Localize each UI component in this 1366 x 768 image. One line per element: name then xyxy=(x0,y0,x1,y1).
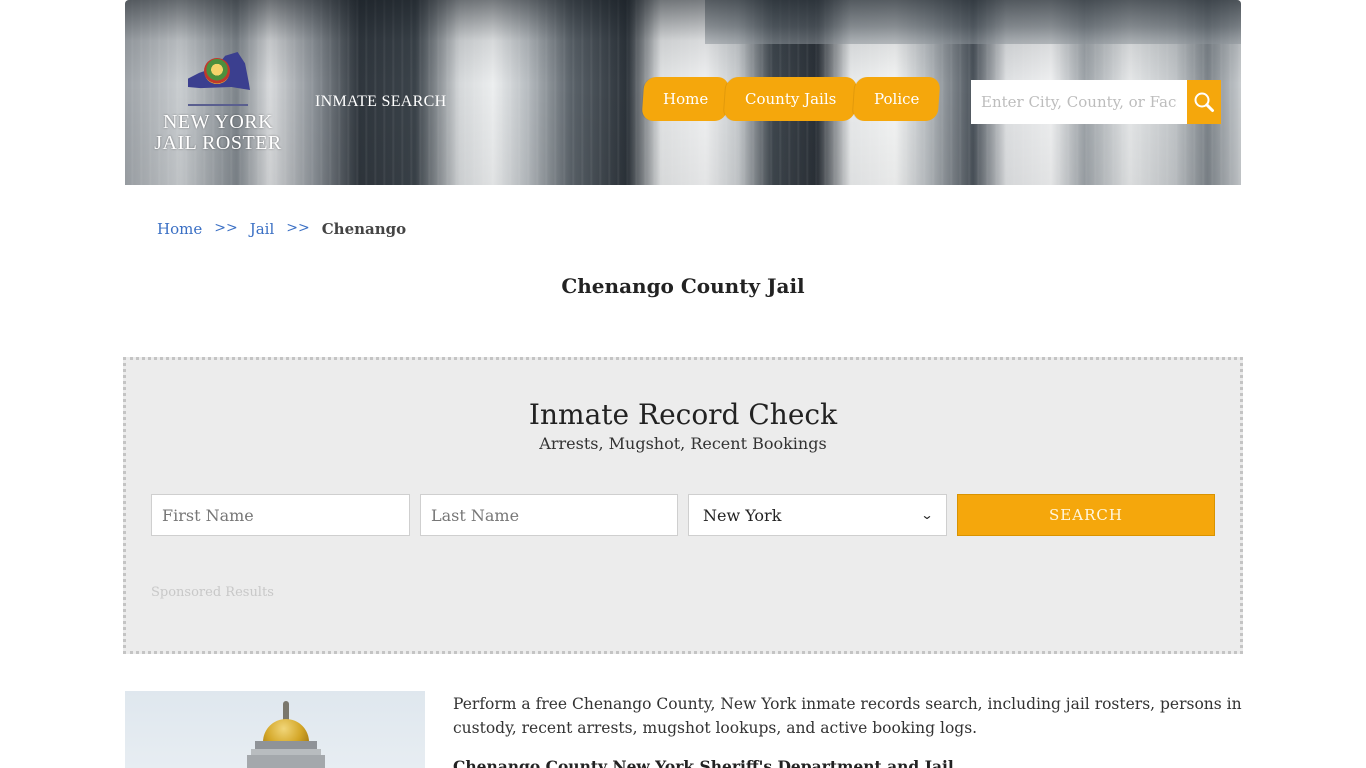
header-background-shelf xyxy=(705,0,1241,44)
courthouse-dome-image xyxy=(125,691,425,768)
header-search-button[interactable] xyxy=(1187,80,1221,124)
logo-text: NEW YORK JAIL ROSTER xyxy=(153,112,283,154)
breadcrumb: Home >> Jail >> Chenango xyxy=(157,220,406,238)
state-select[interactable]: New York ⌄ xyxy=(688,494,947,536)
search-icon xyxy=(1194,92,1214,112)
logo-divider xyxy=(188,104,248,106)
sponsored-results-label: Sponsored Results xyxy=(151,585,274,600)
sheriff-department-heading: Chenango County New York Sheriff's Depar… xyxy=(453,757,954,768)
new-york-state-seal-icon xyxy=(182,46,254,98)
nav-police[interactable]: Police xyxy=(852,77,941,121)
record-check-subtitle: Arrests, Mugshot, Recent Bookings xyxy=(539,434,827,453)
header-search xyxy=(971,80,1221,124)
nav-county-jails-label: County Jails xyxy=(745,90,837,108)
inmate-record-check-panel: Inmate Record Check Arrests, Mugshot, Re… xyxy=(123,357,1243,654)
breadcrumb-home[interactable]: Home xyxy=(157,220,202,238)
record-search-button[interactable]: SEARCH xyxy=(957,494,1215,536)
site-header: NEW YORK JAIL ROSTER INMATE SEARCH Home … xyxy=(125,0,1241,185)
first-name-input[interactable] xyxy=(151,494,410,536)
record-check-title: Inmate Record Check xyxy=(528,398,838,431)
breadcrumb-jail[interactable]: Jail xyxy=(250,220,275,238)
state-select-value: New York xyxy=(703,505,782,525)
breadcrumb-separator: >> xyxy=(214,220,238,236)
nav-home-label: Home xyxy=(663,90,709,108)
breadcrumb-current: Chenango xyxy=(321,220,407,238)
nav-home[interactable]: Home xyxy=(641,77,730,121)
intro-paragraph: Perform a free Chenango County, New York… xyxy=(453,695,1242,737)
nav-police-label: Police xyxy=(873,90,919,108)
page-title: Chenango County Jail xyxy=(561,274,805,298)
last-name-input[interactable] xyxy=(420,494,678,536)
header-search-input[interactable] xyxy=(971,80,1187,124)
nav-county-jails[interactable]: County Jails xyxy=(723,77,859,121)
site-logo[interactable]: NEW YORK JAIL ROSTER xyxy=(153,46,283,162)
chevron-down-icon: ⌄ xyxy=(920,508,934,522)
logo-text-line2: JAIL ROSTER xyxy=(154,132,282,154)
main-nav: Home County Jails Police xyxy=(641,77,941,121)
breadcrumb-separator: >> xyxy=(286,220,310,236)
logo-text-line1: NEW YORK xyxy=(162,111,274,133)
inmate-search-link[interactable]: INMATE SEARCH xyxy=(315,93,446,111)
